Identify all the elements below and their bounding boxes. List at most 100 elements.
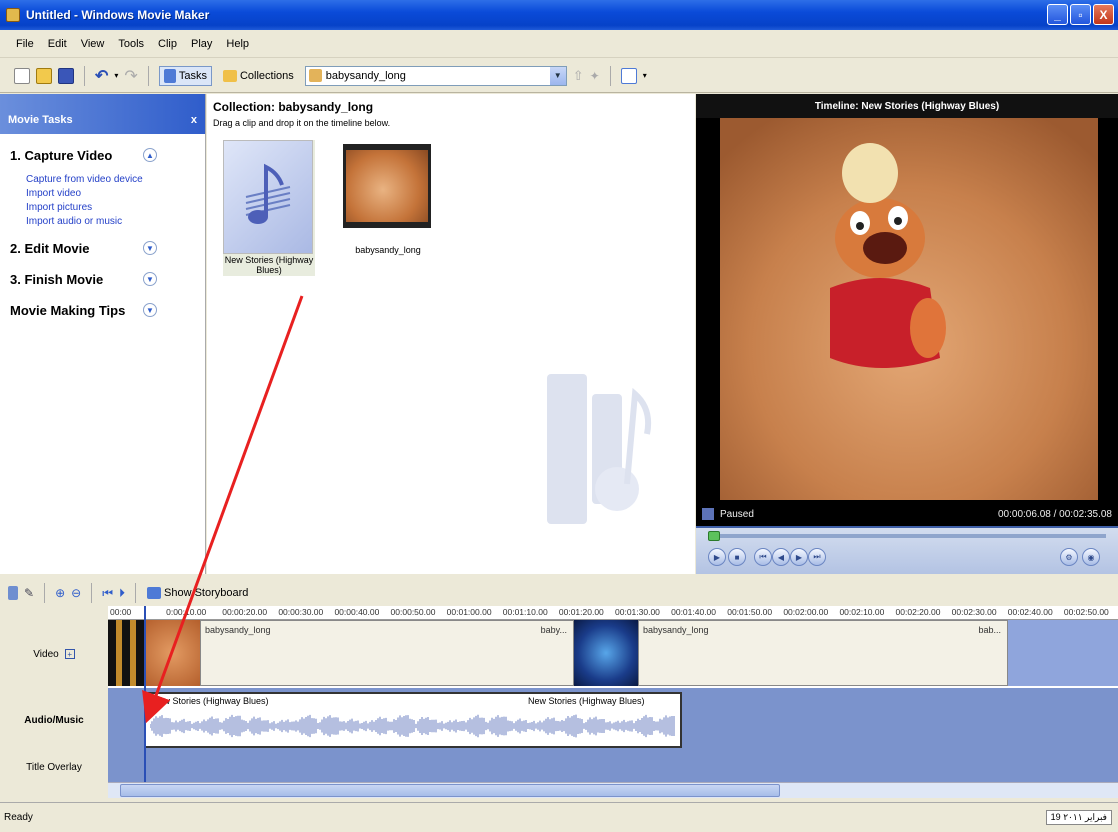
ruler-tick: 00:00:50.00 xyxy=(390,607,436,617)
collections-button[interactable]: Collections xyxy=(218,67,299,85)
audio-track[interactable]: New Stories (Highway Blues) New Stories … xyxy=(108,688,1118,752)
movie-maker-window: Untitled - Windows Movie Maker _ ▫ X Fil… xyxy=(0,0,1118,832)
tasks-button[interactable]: Tasks xyxy=(158,65,212,86)
forward-icon[interactable]: ▶ xyxy=(790,548,808,566)
clip-video[interactable]: babysandy_long xyxy=(343,144,433,256)
menu-file[interactable]: File xyxy=(16,38,34,50)
link-capture-device[interactable]: Capture from video device xyxy=(26,174,205,185)
video-thumbnail xyxy=(343,144,431,228)
menu-edit[interactable]: Edit xyxy=(48,38,67,50)
zoom-out-icon[interactable]: ⊖ xyxy=(71,586,81,600)
close-tasks-button[interactable]: x xyxy=(191,114,197,126)
views-dropdown-icon[interactable]: ▾ xyxy=(643,71,647,80)
ruler-tick: 00:01:30.00 xyxy=(615,607,660,617)
menu-tools[interactable]: Tools xyxy=(118,38,144,50)
seek-knob[interactable] xyxy=(708,531,720,541)
clip-audio[interactable]: New Stories (Highway Blues) xyxy=(223,140,315,276)
snapshot-icon[interactable]: ◉ xyxy=(1082,548,1100,566)
ruler-tick: 0:00:10.00 xyxy=(166,607,207,617)
preview-monitor: Timeline: New Stories (Highway Blues) Pa… xyxy=(696,94,1118,574)
tasks-header: Movie Tasks x xyxy=(0,94,205,134)
ruler-tick: 00:00 xyxy=(110,607,132,617)
capture-links: Capture from video device Import video I… xyxy=(0,168,205,235)
undo-dropdown-icon[interactable]: ▾ xyxy=(114,71,118,80)
folder-icon xyxy=(222,69,237,82)
open-project-icon[interactable] xyxy=(36,67,52,84)
maximize-button[interactable]: ▫ xyxy=(1070,4,1091,25)
section-label: 1. Capture Video xyxy=(10,147,113,163)
menu-bar: File Edit View Tools Clip Play Help xyxy=(0,30,1118,58)
time-ruler[interactable]: 00:00 0:00:10.00 00:00:20.00 00:00:30.00 00:… xyxy=(108,606,1118,620)
close-button[interactable]: X xyxy=(1093,4,1114,25)
next-frame-icon[interactable]: ⏭ xyxy=(808,548,826,566)
toolbar-separator xyxy=(147,65,149,86)
stop-icon[interactable]: ■ xyxy=(728,548,746,566)
narrate-icon[interactable]: ✎ xyxy=(24,586,34,600)
menu-view[interactable]: View xyxy=(81,38,105,50)
split-clip-icon[interactable]: ⚙ xyxy=(1060,548,1078,566)
views-icon[interactable] xyxy=(620,67,637,84)
playback-time: 00:00:06.08 / 00:02:35.08 xyxy=(998,508,1112,520)
clip-name: babysandy_long xyxy=(643,625,709,635)
collection-value: babysandy_long xyxy=(325,69,406,82)
section-edit-movie[interactable]: 2. Edit Movie ▼ xyxy=(0,235,205,261)
ruler-tick: 00:02:10.00 xyxy=(839,607,885,617)
show-storyboard-button[interactable]: Show Storyboard xyxy=(146,586,249,600)
menu-play[interactable]: Play xyxy=(191,38,212,50)
music-note-icon xyxy=(223,140,313,254)
up-folder-icon[interactable]: ⇧ xyxy=(573,68,584,84)
play-timeline-icon[interactable]: ⏵ xyxy=(119,586,125,601)
collection-title: Collection: babysandy_long xyxy=(213,100,374,114)
clip-thumbnail[interactable] xyxy=(144,620,200,686)
redo-icon[interactable]: ↷ xyxy=(124,66,137,86)
section-finish-movie[interactable]: 3. Finish Movie ▼ xyxy=(0,266,205,292)
collection-subtitle: Drag a clip and drop it on the timeline … xyxy=(213,118,391,128)
transition-thumbnail[interactable] xyxy=(108,620,144,686)
menu-help[interactable]: Help xyxy=(226,38,249,50)
new-project-icon[interactable] xyxy=(14,67,30,84)
title-overlay-track[interactable] xyxy=(108,752,1118,782)
section-capture-video[interactable]: 1. Capture Video ▲ xyxy=(0,142,205,168)
rewind-timeline-icon[interactable]: ⏮ xyxy=(102,586,113,601)
chevron-down-icon[interactable]: ▼ xyxy=(143,303,157,317)
collection-pane: Collection: babysandy_long Drag a clip a… xyxy=(207,94,695,574)
undo-icon[interactable]: ↶ xyxy=(95,66,108,86)
status-date: 19 فبراير ٢٠١١ xyxy=(1045,810,1112,825)
video-clip[interactable]: babysandy_long baby... xyxy=(200,620,574,686)
timeline-options-icon[interactable] xyxy=(8,586,18,600)
video-track[interactable]: babysandy_long baby... babysandy_long ba… xyxy=(108,620,1118,688)
chevron-up-icon[interactable]: ▲ xyxy=(143,148,157,162)
fish-clip-thumbnail[interactable] xyxy=(574,620,638,686)
app-icon xyxy=(6,8,20,22)
ruler-tick: 00:01:50.00 xyxy=(727,607,773,617)
chevron-down-icon[interactable]: ▼ xyxy=(143,272,157,286)
section-movie-tips[interactable]: Movie Making Tips ▼ xyxy=(0,297,205,323)
zoom-in-icon[interactable]: ⊕ xyxy=(55,586,65,600)
audio-waveform xyxy=(150,714,675,738)
chevron-down-icon[interactable]: ▼ xyxy=(143,241,157,255)
scrollbar-thumb[interactable] xyxy=(120,784,780,797)
collection-dropdown[interactable]: babysandy_long ▼ xyxy=(304,65,567,86)
play-icon[interactable]: ▶ xyxy=(708,548,726,566)
video-clip[interactable]: babysandy_long bab... xyxy=(638,620,1008,686)
preview-title: Timeline: New Stories (Highway Blues) xyxy=(696,94,1118,118)
ruler-tick: 00:02:00.00 xyxy=(783,607,829,617)
rewind-icon[interactable]: ◀ xyxy=(772,548,790,566)
link-import-video[interactable]: Import video xyxy=(26,188,205,199)
playhead[interactable] xyxy=(144,606,146,782)
minimize-button[interactable]: _ xyxy=(1047,4,1068,25)
chevron-down-icon[interactable]: ▼ xyxy=(549,66,566,85)
tasks-header-label: Movie Tasks xyxy=(8,114,73,126)
save-icon[interactable] xyxy=(58,67,74,84)
toolbar: ↶ ▾ ↷ Tasks Collections babysandy_long ▼… xyxy=(0,59,1118,93)
previous-frame-icon[interactable]: ⏮ xyxy=(754,548,772,566)
expand-track-icon[interactable]: + xyxy=(64,649,75,659)
link-import-pictures[interactable]: Import pictures xyxy=(26,202,205,213)
audio-clip[interactable]: New Stories (Highway Blues) New Stories … xyxy=(144,692,682,748)
timeline-scrollbar[interactable] xyxy=(108,782,1118,798)
link-import-audio[interactable]: Import audio or music xyxy=(26,216,205,227)
menu-clip[interactable]: Clip xyxy=(158,38,177,50)
fullscreen-icon[interactable] xyxy=(702,508,714,520)
new-folder-icon[interactable]: ✦ xyxy=(590,69,600,83)
seek-bar[interactable] xyxy=(708,531,1106,541)
